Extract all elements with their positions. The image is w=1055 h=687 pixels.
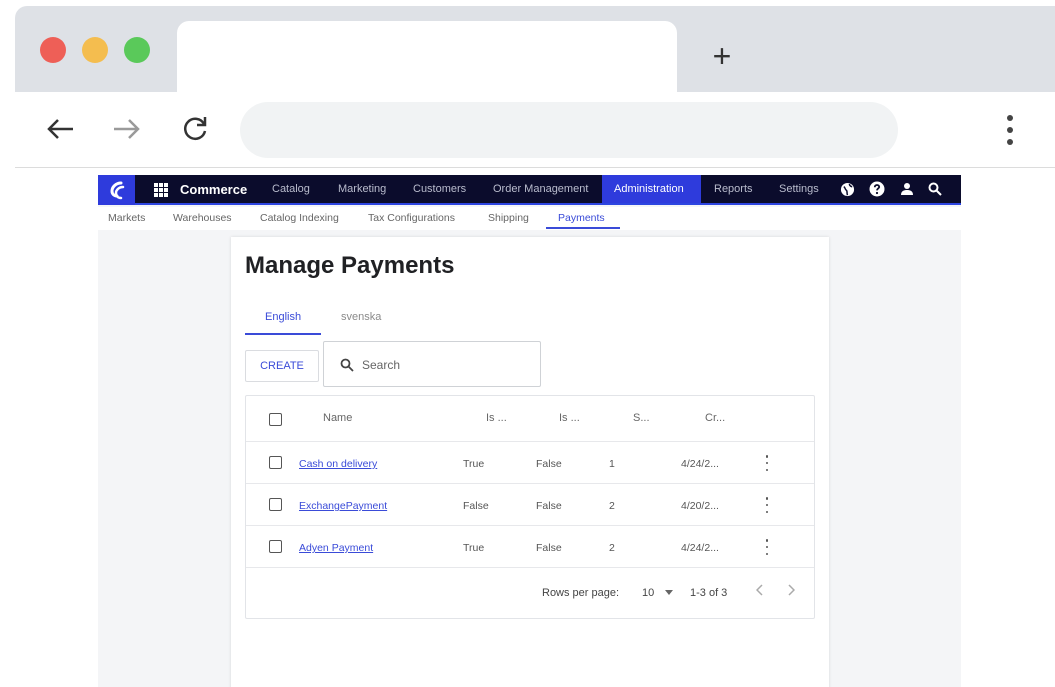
logo-icon [109, 181, 124, 200]
search-field[interactable] [323, 341, 541, 387]
help-icon[interactable] [869, 181, 885, 197]
chevron-right-icon [788, 584, 796, 596]
column-header-created[interactable]: Cr... [705, 412, 725, 424]
cell-is-1: False [463, 500, 489, 512]
reload-button[interactable] [178, 112, 212, 146]
forward-button[interactable] [110, 112, 144, 146]
row-more-icon[interactable] [762, 539, 772, 555]
app-switcher-icon[interactable] [154, 183, 168, 197]
table-row: Adyen Payment True False 2 4/24/2... [246, 526, 814, 568]
chevron-left-icon [755, 584, 763, 596]
payments-table: Name Is ... Is ... S... Cr... Cash on de… [245, 395, 815, 619]
arrow-right-icon [114, 119, 140, 139]
rows-per-page-select[interactable]: 10 [642, 587, 674, 599]
manage-payments-card: Manage Payments English svenska CREATE N… [231, 237, 829, 687]
app-viewport: Commerce Catalog Marketing Customers Ord… [98, 175, 961, 687]
nav-reports[interactable]: Reports [702, 175, 765, 203]
cell-is-1: True [463, 458, 485, 470]
kebab-menu-icon [1007, 115, 1013, 145]
select-all-checkbox[interactable] [269, 413, 282, 426]
payment-name-link[interactable]: ExchangePayment [299, 500, 387, 512]
pagination-range: 1-3 of 3 [690, 587, 728, 599]
cell-created: 4/24/2... [681, 542, 719, 554]
back-button[interactable] [43, 112, 77, 146]
row-checkbox[interactable] [269, 498, 282, 511]
search-input[interactable] [362, 354, 532, 376]
address-bar[interactable] [240, 102, 898, 158]
nav-catalog[interactable]: Catalog [260, 175, 322, 203]
cell-is-1: True [463, 542, 485, 554]
maximize-window-button[interactable] [124, 37, 150, 63]
caret-down-icon [665, 590, 674, 595]
browser-menu-button[interactable] [1000, 112, 1020, 148]
close-window-button[interactable] [40, 37, 66, 63]
page-title: Manage Payments [245, 252, 455, 279]
cell-is-2: False [536, 458, 562, 470]
search-icon[interactable] [927, 181, 943, 197]
column-header-name[interactable]: Name [323, 412, 352, 424]
subnav-warehouses[interactable]: Warehouses [173, 212, 232, 224]
nav-settings[interactable]: Settings [767, 175, 831, 203]
rows-per-page-value: 10 [642, 587, 655, 599]
nav-customers[interactable]: Customers [401, 175, 478, 203]
column-header-is-2[interactable]: Is ... [559, 412, 580, 424]
nav-administration[interactable]: Administration [602, 175, 701, 203]
row-checkbox[interactable] [269, 540, 282, 553]
new-tab-button[interactable]: + [706, 40, 738, 72]
tab-english[interactable]: English [265, 311, 301, 323]
cell-created: 4/20/2... [681, 500, 719, 512]
minimize-window-button[interactable] [82, 37, 108, 63]
table-pagination: Rows per page: 10 1-3 of 3 [246, 568, 814, 618]
subnav-catalog-indexing[interactable]: Catalog Indexing [260, 212, 339, 224]
subnav-shipping[interactable]: Shipping [488, 212, 529, 224]
create-button[interactable]: CREATE [245, 350, 319, 382]
cell-s: 2 [609, 542, 615, 554]
top-navigation: Commerce Catalog Marketing Customers Ord… [98, 175, 961, 205]
table-header-row: Name Is ... Is ... S... Cr... [246, 396, 814, 442]
subnav-markets[interactable]: Markets [108, 212, 145, 224]
row-more-icon[interactable] [762, 497, 772, 513]
cell-is-2: False [536, 542, 562, 554]
optimizely-logo[interactable] [98, 175, 135, 205]
search-icon [340, 358, 354, 372]
cell-is-2: False [536, 500, 562, 512]
globe-icon[interactable] [839, 181, 855, 197]
tab-svenska[interactable]: svenska [341, 311, 381, 323]
row-checkbox[interactable] [269, 456, 282, 469]
cell-created: 4/24/2... [681, 458, 719, 470]
payment-name-link[interactable]: Cash on delivery [299, 458, 377, 470]
subnav-active-indicator [546, 227, 620, 229]
payment-name-link[interactable]: Adyen Payment [299, 542, 373, 554]
arrow-left-icon [47, 119, 73, 139]
nav-marketing[interactable]: Marketing [326, 175, 398, 203]
language-tab-indicator [245, 333, 321, 335]
row-more-icon[interactable] [762, 455, 772, 471]
app-title: Commerce [180, 182, 248, 197]
previous-page-button[interactable] [755, 584, 764, 599]
column-header-is-1[interactable]: Is ... [486, 412, 507, 424]
rows-per-page-label: Rows per page: [542, 587, 620, 599]
subnav-tax-configurations[interactable]: Tax Configurations [368, 212, 455, 224]
subnav-payments[interactable]: Payments [558, 212, 605, 224]
cell-s: 1 [609, 458, 615, 470]
sub-navigation: Markets Warehouses Catalog Indexing Tax … [98, 207, 961, 230]
column-header-s[interactable]: S... [633, 412, 650, 424]
table-row: Cash on delivery True False 1 4/24/2... [246, 442, 814, 484]
browser-tab[interactable] [177, 21, 677, 92]
reload-icon [184, 117, 207, 141]
nav-order-management[interactable]: Order Management [481, 175, 600, 203]
user-icon[interactable] [899, 181, 915, 197]
cell-s: 2 [609, 500, 615, 512]
next-page-button[interactable] [787, 584, 796, 599]
table-row: ExchangePayment False False 2 4/20/2... [246, 484, 814, 526]
